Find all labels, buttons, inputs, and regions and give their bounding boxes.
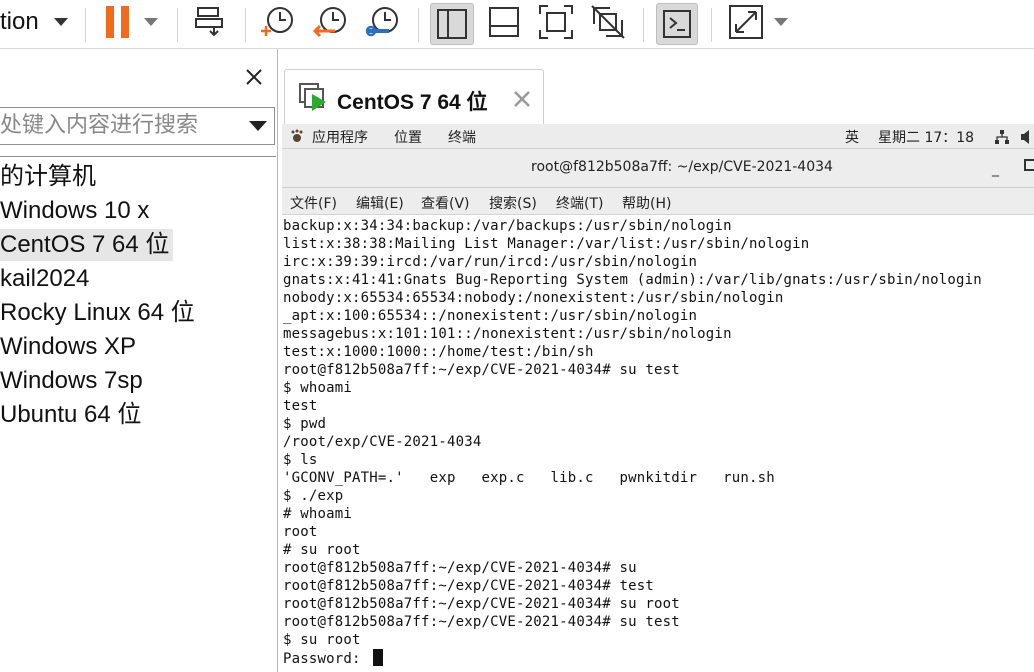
terminal-line: gnats:x:41:41:Gnats Bug-Reporting System…	[283, 272, 982, 288]
library-item-rocky-linux[interactable]: Rocky Linux 64 位	[0, 297, 195, 329]
maximize-icon[interactable]	[1024, 159, 1034, 171]
unity-mode-icon[interactable]	[588, 4, 628, 40]
volume-icon[interactable]	[1020, 129, 1034, 149]
gnome-top-bar: 应用程序 位置 终端 英 星期二 17：18	[282, 124, 1034, 149]
terminal-line: root	[283, 524, 318, 540]
library-item-windows-xp[interactable]: Windows XP	[0, 331, 136, 363]
stretch-guest-icon[interactable]	[726, 4, 766, 40]
terminal-output[interactable]: backup:x:34:34:backup:/var/backups:/usr/…	[282, 215, 1034, 672]
menu-edit[interactable]: 编辑(E)	[356, 193, 404, 213]
menu-terminal[interactable]: 终端(T)	[556, 193, 603, 213]
terminal-line: root@f812b508a7ff:~/exp/CVE-2021-4034# s…	[283, 560, 637, 576]
terminal-line: nobody:x:65534:65534:nobody:/nonexistent…	[283, 290, 784, 306]
toolbar-separator	[418, 8, 419, 42]
vm-running-icon	[299, 83, 329, 117]
terminal-line: # su root	[283, 542, 361, 558]
pause-dropdown-icon[interactable]	[142, 4, 160, 40]
terminal-cursor	[373, 649, 384, 666]
menu-search[interactable]: 搜索(S)	[489, 193, 537, 213]
vm-display[interactable]: 应用程序 位置 终端 英 星期二 17：18 root@f812b508a7ff…	[282, 124, 1034, 672]
terminal-line: $ pwd	[283, 416, 327, 432]
terminal-line: /root/exp/CVE-2021-4034	[283, 434, 482, 450]
terminal-titlebar[interactable]: root@f812b508a7ff: ~/exp/CVE-2021-4034 _	[282, 149, 1034, 188]
library-divider	[0, 156, 276, 157]
terminal-menubar: 文件(F) 编辑(E) 查看(V) 搜索(S) 终端(T) 帮助(H)	[282, 188, 1034, 215]
library-search-box[interactable]	[0, 107, 275, 145]
terminal-line: root@f812b508a7ff:~/exp/CVE-2021-4034# t…	[283, 578, 655, 594]
applications-foot-icon[interactable]	[290, 129, 304, 147]
places-menu[interactable]: 位置	[394, 127, 422, 147]
applications-menu[interactable]: 应用程序	[312, 127, 368, 147]
revert-snapshot-icon[interactable]	[310, 4, 350, 40]
toolbar-separator	[643, 8, 644, 42]
network-icon[interactable]	[994, 129, 1010, 149]
terminal-line: $ su root	[283, 632, 361, 648]
terminal-line: 'GCONV_PATH=.' exp exp.c lib.c pwnkitdir…	[283, 470, 775, 486]
clock[interactable]: 星期二 17：18	[878, 127, 974, 147]
vm-tab-bar: CentOS 7 64 位	[282, 66, 1034, 126]
menu-option-text[interactable]: tion	[0, 6, 39, 38]
password-prompt-line: Password:	[283, 649, 384, 667]
minimize-icon[interactable]: _	[992, 161, 999, 177]
tab-label: CentOS 7 64 位	[337, 91, 488, 114]
thumbnail-bar-icon[interactable]	[484, 4, 524, 40]
library-item-windows10[interactable]: Windows 10 x	[0, 195, 149, 227]
terminal-line: test:x:1000:1000::/home/test:/bin/sh	[283, 344, 594, 360]
terminal-line: # whoami	[283, 506, 353, 522]
terminal-line: _apt:x:100:65534::/nonexistent:/usr/sbin…	[283, 308, 698, 324]
toolbar-separator	[85, 8, 86, 42]
terminal-line: list:x:38:38:Mailing List Manager:/var/l…	[283, 236, 810, 252]
menu-caret-icon[interactable]	[53, 4, 69, 40]
input-method-indicator[interactable]: 英	[845, 127, 859, 147]
menu-view[interactable]: 查看(V)	[421, 193, 470, 213]
stretch-dropdown-icon[interactable]	[772, 4, 790, 40]
main-toolbar: tion	[0, 0, 1034, 49]
terminal-line: messagebus:x:101:101::/nonexistent:/usr/…	[283, 326, 732, 342]
terminal-line: $ ls	[283, 452, 318, 468]
terminal-line: root@f812b508a7ff:~/exp/CVE-2021-4034# s…	[283, 596, 680, 612]
fullscreen-icon[interactable]	[536, 4, 576, 40]
take-snapshot-icon[interactable]	[258, 4, 298, 40]
close-library-icon[interactable]	[245, 68, 263, 86]
menu-file[interactable]: 文件(F)	[290, 193, 337, 213]
terminal-line: root@f812b508a7ff:~/exp/CVE-2021-4034# s…	[283, 362, 680, 378]
library-item-my-computer[interactable]: 的计算机	[0, 161, 96, 193]
toolbar-separator	[245, 8, 246, 42]
show-library-icon[interactable]	[430, 3, 474, 45]
menu-help[interactable]: 帮助(H)	[622, 193, 671, 213]
library-item-kail2024[interactable]: kail2024	[0, 263, 89, 295]
toolbar-separator	[177, 8, 178, 42]
terminal-line: $ whoami	[283, 380, 353, 396]
terminal-line: test	[283, 398, 318, 414]
toolbar-separator	[711, 8, 712, 42]
close-tab-icon[interactable]	[512, 89, 532, 109]
pause-icon[interactable]	[102, 4, 134, 40]
password-prompt: Password:	[283, 651, 370, 667]
search-dropdown-icon[interactable]	[249, 121, 267, 131]
snapshot-manager-icon[interactable]	[362, 4, 402, 40]
console-view-icon[interactable]	[656, 3, 698, 45]
terminal-app-menu[interactable]: 终端	[448, 127, 476, 147]
terminal-title: root@f812b508a7ff: ~/exp/CVE-2021-4034	[531, 159, 833, 175]
terminal-line: $ ./exp	[283, 488, 344, 504]
terminal-line: root@f812b508a7ff:~/exp/CVE-2021-4034# s…	[283, 614, 680, 630]
tab-centos7[interactable]: CentOS 7 64 位	[284, 69, 544, 126]
library-item-windows7sp[interactable]: Windows 7sp	[0, 365, 143, 397]
terminal-line: backup:x:34:34:backup:/var/backups:/usr/…	[283, 218, 732, 234]
terminal-line: irc:x:39:39:ircd:/var/run/ircd:/usr/sbin…	[283, 254, 698, 270]
library-item-ubuntu[interactable]: Ubuntu 64 位	[0, 399, 141, 431]
library-item-centos7[interactable]: CentOS 7 64 位	[0, 229, 174, 261]
send-keys-icon[interactable]	[190, 4, 230, 40]
library-search-input[interactable]	[0, 110, 240, 140]
